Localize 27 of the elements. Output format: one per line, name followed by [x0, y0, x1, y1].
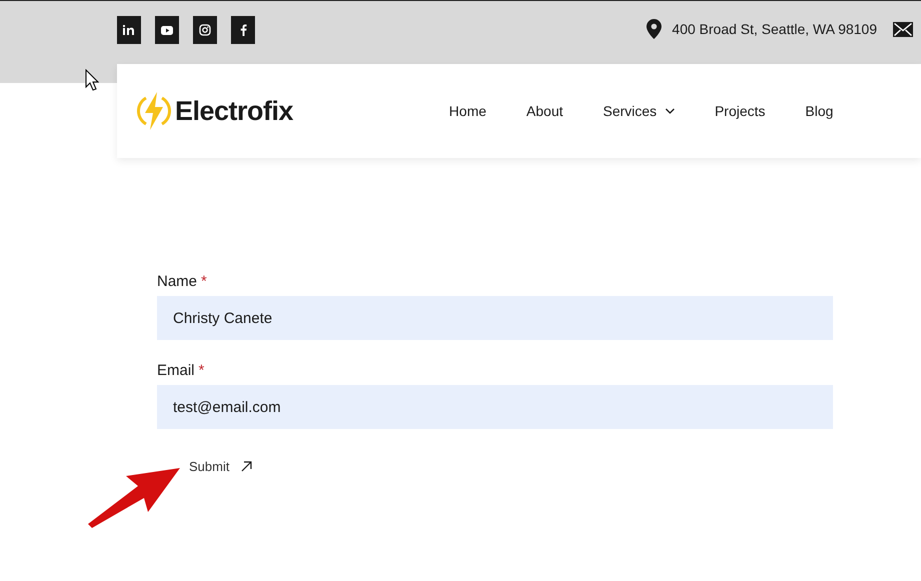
submit-button[interactable]: Submit	[185, 457, 256, 476]
logo[interactable]: Electrofix	[137, 91, 294, 131]
social-link[interactable]	[155, 16, 179, 44]
address-text: 400 Broad St, Seattle, WA 98109	[672, 21, 877, 37]
linkedin-icon	[123, 25, 135, 35]
youtube-icon	[161, 26, 173, 34]
mouse-cursor-icon	[85, 69, 99, 91]
lightning-bolt-icon	[137, 91, 171, 131]
nav-link[interactable]: Projects	[714, 103, 766, 119]
input-field[interactable]: test@email.com	[157, 385, 833, 429]
facebook-icon	[240, 24, 246, 36]
arrow-up-right-icon	[241, 461, 252, 472]
social-link[interactable]	[117, 16, 141, 44]
nav-link[interactable]: About	[526, 103, 563, 119]
instagram-icon	[199, 24, 211, 36]
nav-link[interactable]: Home	[449, 103, 486, 119]
field-label: Name	[157, 273, 198, 290]
social-link[interactable]	[231, 16, 255, 44]
required-mark: *	[201, 273, 207, 290]
mail-icon[interactable]	[893, 22, 913, 36]
social-link[interactable]	[193, 16, 217, 44]
input-field[interactable]: Christy Canete	[157, 296, 833, 340]
required-mark: *	[198, 362, 204, 379]
nav-link[interactable]: Blog	[805, 103, 834, 119]
location-pin-icon	[646, 19, 662, 39]
nav-link[interactable]: Services	[603, 103, 675, 119]
field-label: Email	[157, 362, 195, 379]
